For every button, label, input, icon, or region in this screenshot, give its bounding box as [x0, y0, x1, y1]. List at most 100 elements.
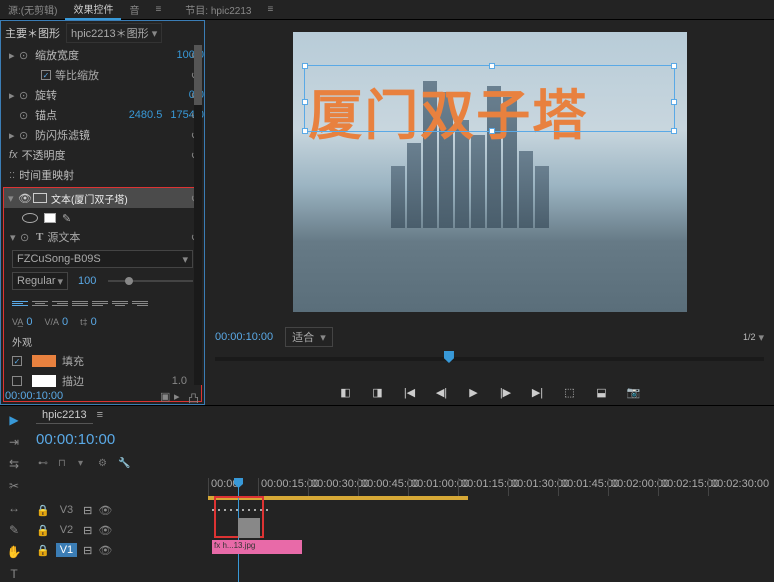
- wrench-icon[interactable]: 🔧: [118, 458, 132, 472]
- panel-timecode[interactable]: 00:00:10:00: [5, 390, 63, 402]
- toggle-icon[interactable]: ▸: [9, 49, 19, 62]
- timeline-ruler[interactable]: 00:00 00:00:15:00 00:00:30:00 00:00:45:0…: [208, 478, 774, 496]
- kerning-value[interactable]: 0: [26, 316, 32, 328]
- pen-mask-icon[interactable]: ✎: [62, 212, 71, 225]
- razor-tool[interactable]: ✂: [6, 478, 22, 494]
- program-monitor[interactable]: 厦门双子塔: [293, 32, 687, 312]
- font-size-slider[interactable]: [108, 280, 193, 282]
- eye-icon[interactable]: 👁: [98, 544, 112, 557]
- track-v2-header[interactable]: 🔒 V2 ⊟ 👁: [28, 520, 208, 540]
- tab-source[interactable]: 源:(无剪辑): [0, 0, 65, 19]
- eye-icon[interactable]: 👁: [98, 524, 112, 537]
- stroke-checkbox[interactable]: [12, 376, 22, 386]
- rect-mask-icon[interactable]: [44, 213, 56, 223]
- export-frame-button[interactable]: 📷: [625, 383, 643, 401]
- lift-button[interactable]: ⬚: [561, 383, 579, 401]
- playhead-icon[interactable]: [444, 351, 454, 363]
- marker-icon[interactable]: ▾: [78, 458, 92, 472]
- timeline-tab[interactable]: hpic2213: [36, 407, 93, 424]
- zoom-in-icon[interactable]: 凸: [188, 390, 200, 402]
- tracking-value[interactable]: 0: [62, 316, 68, 328]
- uniform-scale-checkbox[interactable]: [41, 70, 51, 80]
- fill-checkbox[interactable]: [12, 356, 22, 366]
- graphic-clip-tag[interactable]: hpic2213＊图形 ▾: [66, 23, 162, 43]
- align-justify-last-right[interactable]: [132, 296, 148, 310]
- lock-icon[interactable]: 🔒: [36, 504, 50, 517]
- step-forward-button[interactable]: |▶: [497, 383, 515, 401]
- stopwatch-icon[interactable]: ⊙: [19, 89, 31, 102]
- settings-icon[interactable]: ⚙: [98, 458, 112, 472]
- toggle-icon[interactable]: ▸: [9, 129, 19, 142]
- stopwatch-icon[interactable]: ⊙: [19, 109, 31, 122]
- timeline-timecode[interactable]: 00:00:10:00: [36, 431, 115, 448]
- ellipse-mask-icon[interactable]: [22, 213, 38, 223]
- leading-value[interactable]: 0: [91, 316, 97, 328]
- fill-color-swatch[interactable]: [32, 355, 56, 367]
- output-icon[interactable]: ⊟: [83, 544, 92, 557]
- stroke-width-value[interactable]: 1.0: [172, 375, 187, 387]
- align-justify-last-left[interactable]: [92, 296, 108, 310]
- slip-tool[interactable]: ↔: [6, 500, 22, 516]
- tab-program[interactable]: 节目: hpic2213: [177, 0, 259, 19]
- stopwatch-icon[interactable]: ⊙: [19, 129, 31, 142]
- lock-icon[interactable]: 🔒: [36, 544, 50, 557]
- align-center-button[interactable]: [32, 296, 48, 310]
- toggle-icon[interactable]: ▾: [8, 192, 18, 205]
- font-style-select[interactable]: Regular▾: [12, 272, 68, 290]
- tab-effects[interactable]: 效果控件: [65, 0, 121, 20]
- anchor-x-value[interactable]: 2480.5: [129, 109, 163, 121]
- ripple-tool[interactable]: ⇆: [6, 456, 22, 472]
- extract-button[interactable]: ⬓: [593, 383, 611, 401]
- go-to-in-button[interactable]: |◀: [401, 383, 419, 401]
- track-select-tool[interactable]: ⇥: [6, 434, 22, 450]
- stopwatch-icon[interactable]: ⊙: [19, 49, 31, 62]
- snap-icon[interactable]: ⊷: [38, 458, 52, 472]
- video-clip[interactable]: fx h...13.jpg: [212, 540, 302, 554]
- quality-dropdown[interactable]: ▾: [758, 331, 764, 344]
- zoom-nav-icon[interactable]: ▸: [174, 390, 186, 402]
- tab-audio[interactable]: 音: [121, 0, 147, 19]
- zoom-out-icon[interactable]: ▣: [160, 390, 172, 402]
- track-v1-header[interactable]: 🔒 V1 ⊟ 👁: [28, 540, 208, 560]
- zoom-fit-select[interactable]: 适合 ▾: [285, 327, 333, 347]
- eye-icon[interactable]: 👁: [98, 504, 112, 517]
- output-icon[interactable]: ⊟: [83, 504, 92, 517]
- selection-tool[interactable]: ▶: [6, 412, 22, 428]
- go-to-out-button[interactable]: ▶|: [529, 383, 547, 401]
- mark-in-button[interactable]: ◧: [337, 383, 355, 401]
- lock-icon[interactable]: 🔒: [36, 524, 50, 537]
- track-v3-label[interactable]: V3: [56, 503, 77, 517]
- output-icon[interactable]: ⊟: [83, 524, 92, 537]
- monitor-timecode[interactable]: 00:00:10:00: [215, 331, 273, 343]
- graphic-clip[interactable]: [238, 518, 260, 538]
- stroke-color-swatch[interactable]: [32, 375, 56, 387]
- linked-sel-icon[interactable]: ⊓: [58, 458, 72, 472]
- monitor-scrubber[interactable]: [205, 351, 774, 379]
- font-family-select[interactable]: FZCuSong-B09S▾: [12, 250, 193, 268]
- align-left-button[interactable]: [12, 296, 28, 310]
- prop-opacity[interactable]: 不透明度: [22, 147, 204, 163]
- track-v2-label[interactable]: V2: [56, 523, 77, 537]
- timeline-tab-menu[interactable]: ≡: [97, 409, 103, 421]
- tab-menu-icon[interactable]: ≡: [147, 2, 169, 17]
- toggle-icon[interactable]: ▸: [9, 89, 19, 102]
- hand-tool[interactable]: ✋: [6, 544, 22, 560]
- scrollbar-thumb[interactable]: [194, 45, 202, 105]
- eye-icon[interactable]: 👁: [18, 192, 30, 205]
- font-size-value[interactable]: 100: [78, 275, 96, 287]
- mark-out-button[interactable]: ◨: [369, 383, 387, 401]
- align-justify-last-center[interactable]: [112, 296, 128, 310]
- pen-tool[interactable]: ✎: [6, 522, 22, 538]
- tab-program-menu[interactable]: ≡: [259, 2, 281, 17]
- align-justify-button[interactable]: [72, 296, 88, 310]
- align-right-button[interactable]: [52, 296, 68, 310]
- track-v3-header[interactable]: 🔒 V3 ⊟ 👁: [28, 500, 208, 520]
- text-selection-bounds[interactable]: [304, 65, 674, 132]
- type-tool[interactable]: T: [6, 566, 22, 582]
- stopwatch-icon[interactable]: ⊙: [20, 231, 32, 244]
- step-back-button[interactable]: ◀|: [433, 383, 451, 401]
- play-button[interactable]: ▶: [465, 383, 483, 401]
- prop-timeremap[interactable]: 时间重映射: [19, 167, 204, 183]
- text-component-row[interactable]: ▾ 👁 文本(厦门双子塔) ↺: [4, 188, 201, 208]
- toggle-icon[interactable]: ▾: [10, 231, 20, 244]
